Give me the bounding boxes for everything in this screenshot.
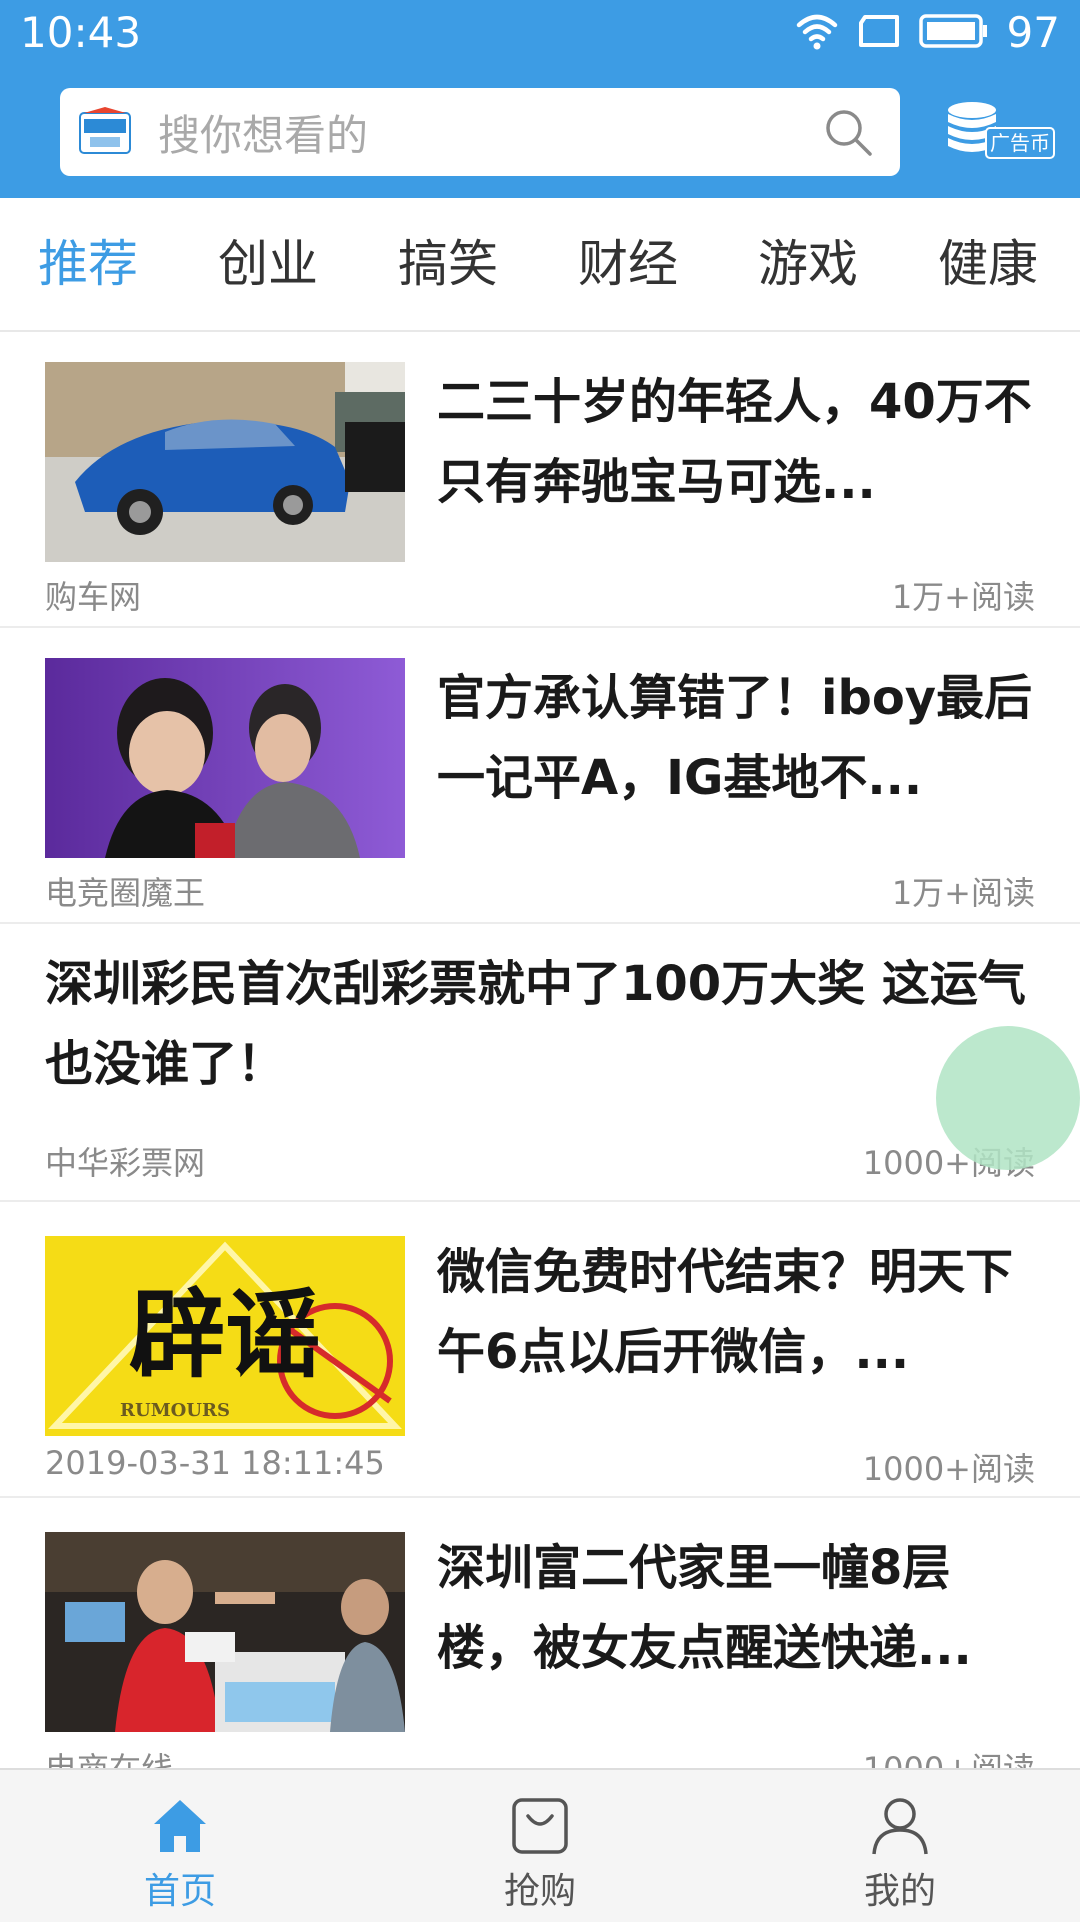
coin-stack-icon: 广告币 — [948, 102, 1055, 159]
image-text: 辟谣 — [129, 1278, 321, 1391]
shopping-bag-icon — [510, 1796, 570, 1856]
news-feed: 二三十岁的年轻人，40万不只有奔驰宝马可选... 购车网 1万+阅读 官方承认算… — [0, 332, 1080, 1768]
tab-health[interactable]: 健康 — [938, 198, 1038, 330]
person-icon — [870, 1796, 930, 1856]
article-source: 中华彩票网 — [45, 1144, 206, 1182]
search-input[interactable]: 搜你想看的 — [158, 102, 822, 163]
article-thumbnail: 辟谣 RUMOURS — [45, 1236, 405, 1436]
search-icon[interactable] — [822, 106, 874, 158]
article-reads: 1万+阅读 — [891, 578, 1035, 616]
ad-coin-button[interactable]: 广告币 — [946, 100, 1056, 164]
article-thumbnail — [45, 1532, 405, 1732]
tab-startup[interactable]: 创业 — [218, 198, 318, 330]
list-item[interactable]: 二三十岁的年轻人，40万不只有奔驰宝马可选... 购车网 1万+阅读 — [0, 332, 1080, 628]
list-item[interactable]: 官方承认算错了！iboy最后一记平A，IG基地不... 电竞圈魔王 1万+阅读 — [0, 628, 1080, 924]
article-source: 2019-03-31 18:11:45 — [45, 1444, 385, 1482]
status-time: 10:43 — [20, 8, 142, 57]
article-reads: 1000+阅读 — [863, 1744, 1035, 1768]
bottom-nav: 首页 抢购 我的 — [0, 1768, 1080, 1922]
nav-shop[interactable]: 抢购 — [440, 1770, 640, 1922]
app-logo-icon — [78, 107, 132, 157]
article-source: 电竞圈魔王 — [45, 874, 206, 912]
floating-action-button[interactable] — [936, 1026, 1080, 1170]
category-tabs: 推荐 创业 搞笑 财经 游戏 健康 — [0, 198, 1080, 332]
article-title[interactable]: 二三十岁的年轻人，40万不只有奔驰宝马可选... — [437, 362, 1037, 522]
home-icon — [150, 1796, 210, 1856]
tab-finance[interactable]: 财经 — [578, 198, 678, 330]
list-item[interactable]: 深圳富二代家里一幢8层楼，被女友点醒送快递... 电商在线 1000+阅读 — [0, 1498, 1080, 1768]
nav-home-label: 首页 — [143, 1871, 216, 1912]
battery-percent: 97 — [1006, 8, 1060, 57]
list-item[interactable]: 辟谣 RUMOURS 微信免费时代结束？明天下午6点以后开微信，... 2019… — [0, 1202, 1080, 1498]
nav-home[interactable]: 首页 — [80, 1770, 280, 1922]
coin-label: 广告币 — [990, 131, 1050, 155]
article-source: 电商在线 — [45, 1744, 173, 1768]
article-thumbnail — [45, 362, 405, 562]
tab-funny[interactable]: 搞笑 — [398, 198, 498, 330]
article-title[interactable]: 微信免费时代结束？明天下午6点以后开微信，... — [437, 1232, 1037, 1392]
sim-card-icon — [857, 13, 901, 53]
article-source: 购车网 — [45, 578, 142, 616]
article-title[interactable]: 深圳富二代家里一幢8层楼，被女友点醒送快递... — [437, 1528, 1037, 1688]
nav-profile[interactable]: 我的 — [800, 1770, 1000, 1922]
status-icons: 97 — [795, 8, 1060, 58]
article-title[interactable]: 深圳彩民首次刮彩票就中了100万大奖 这运气也没谁了！ — [45, 944, 1035, 1104]
list-item[interactable]: 深圳彩民首次刮彩票就中了100万大奖 这运气也没谁了！ 中华彩票网 1000+阅… — [0, 924, 1080, 1202]
wifi-icon — [795, 11, 839, 55]
top-header: 10:43 97 搜你想看的 广告币 — [0, 0, 1080, 198]
tab-games[interactable]: 游戏 — [758, 198, 858, 330]
article-reads: 1000+阅读 — [862, 1450, 1035, 1488]
battery-icon — [918, 14, 989, 52]
image-subtext: RUMOURS — [120, 1400, 230, 1421]
article-reads: 1万+阅读 — [891, 874, 1035, 912]
article-thumbnail — [45, 658, 405, 858]
nav-profile-label: 我的 — [863, 1871, 936, 1912]
nav-shop-label: 抢购 — [503, 1871, 576, 1912]
tab-recommend[interactable]: 推荐 — [38, 198, 138, 330]
status-bar: 10:43 97 — [0, 0, 1080, 66]
search-bar[interactable]: 搜你想看的 — [60, 88, 900, 176]
article-title[interactable]: 官方承认算错了！iboy最后一记平A，IG基地不... — [437, 658, 1037, 818]
